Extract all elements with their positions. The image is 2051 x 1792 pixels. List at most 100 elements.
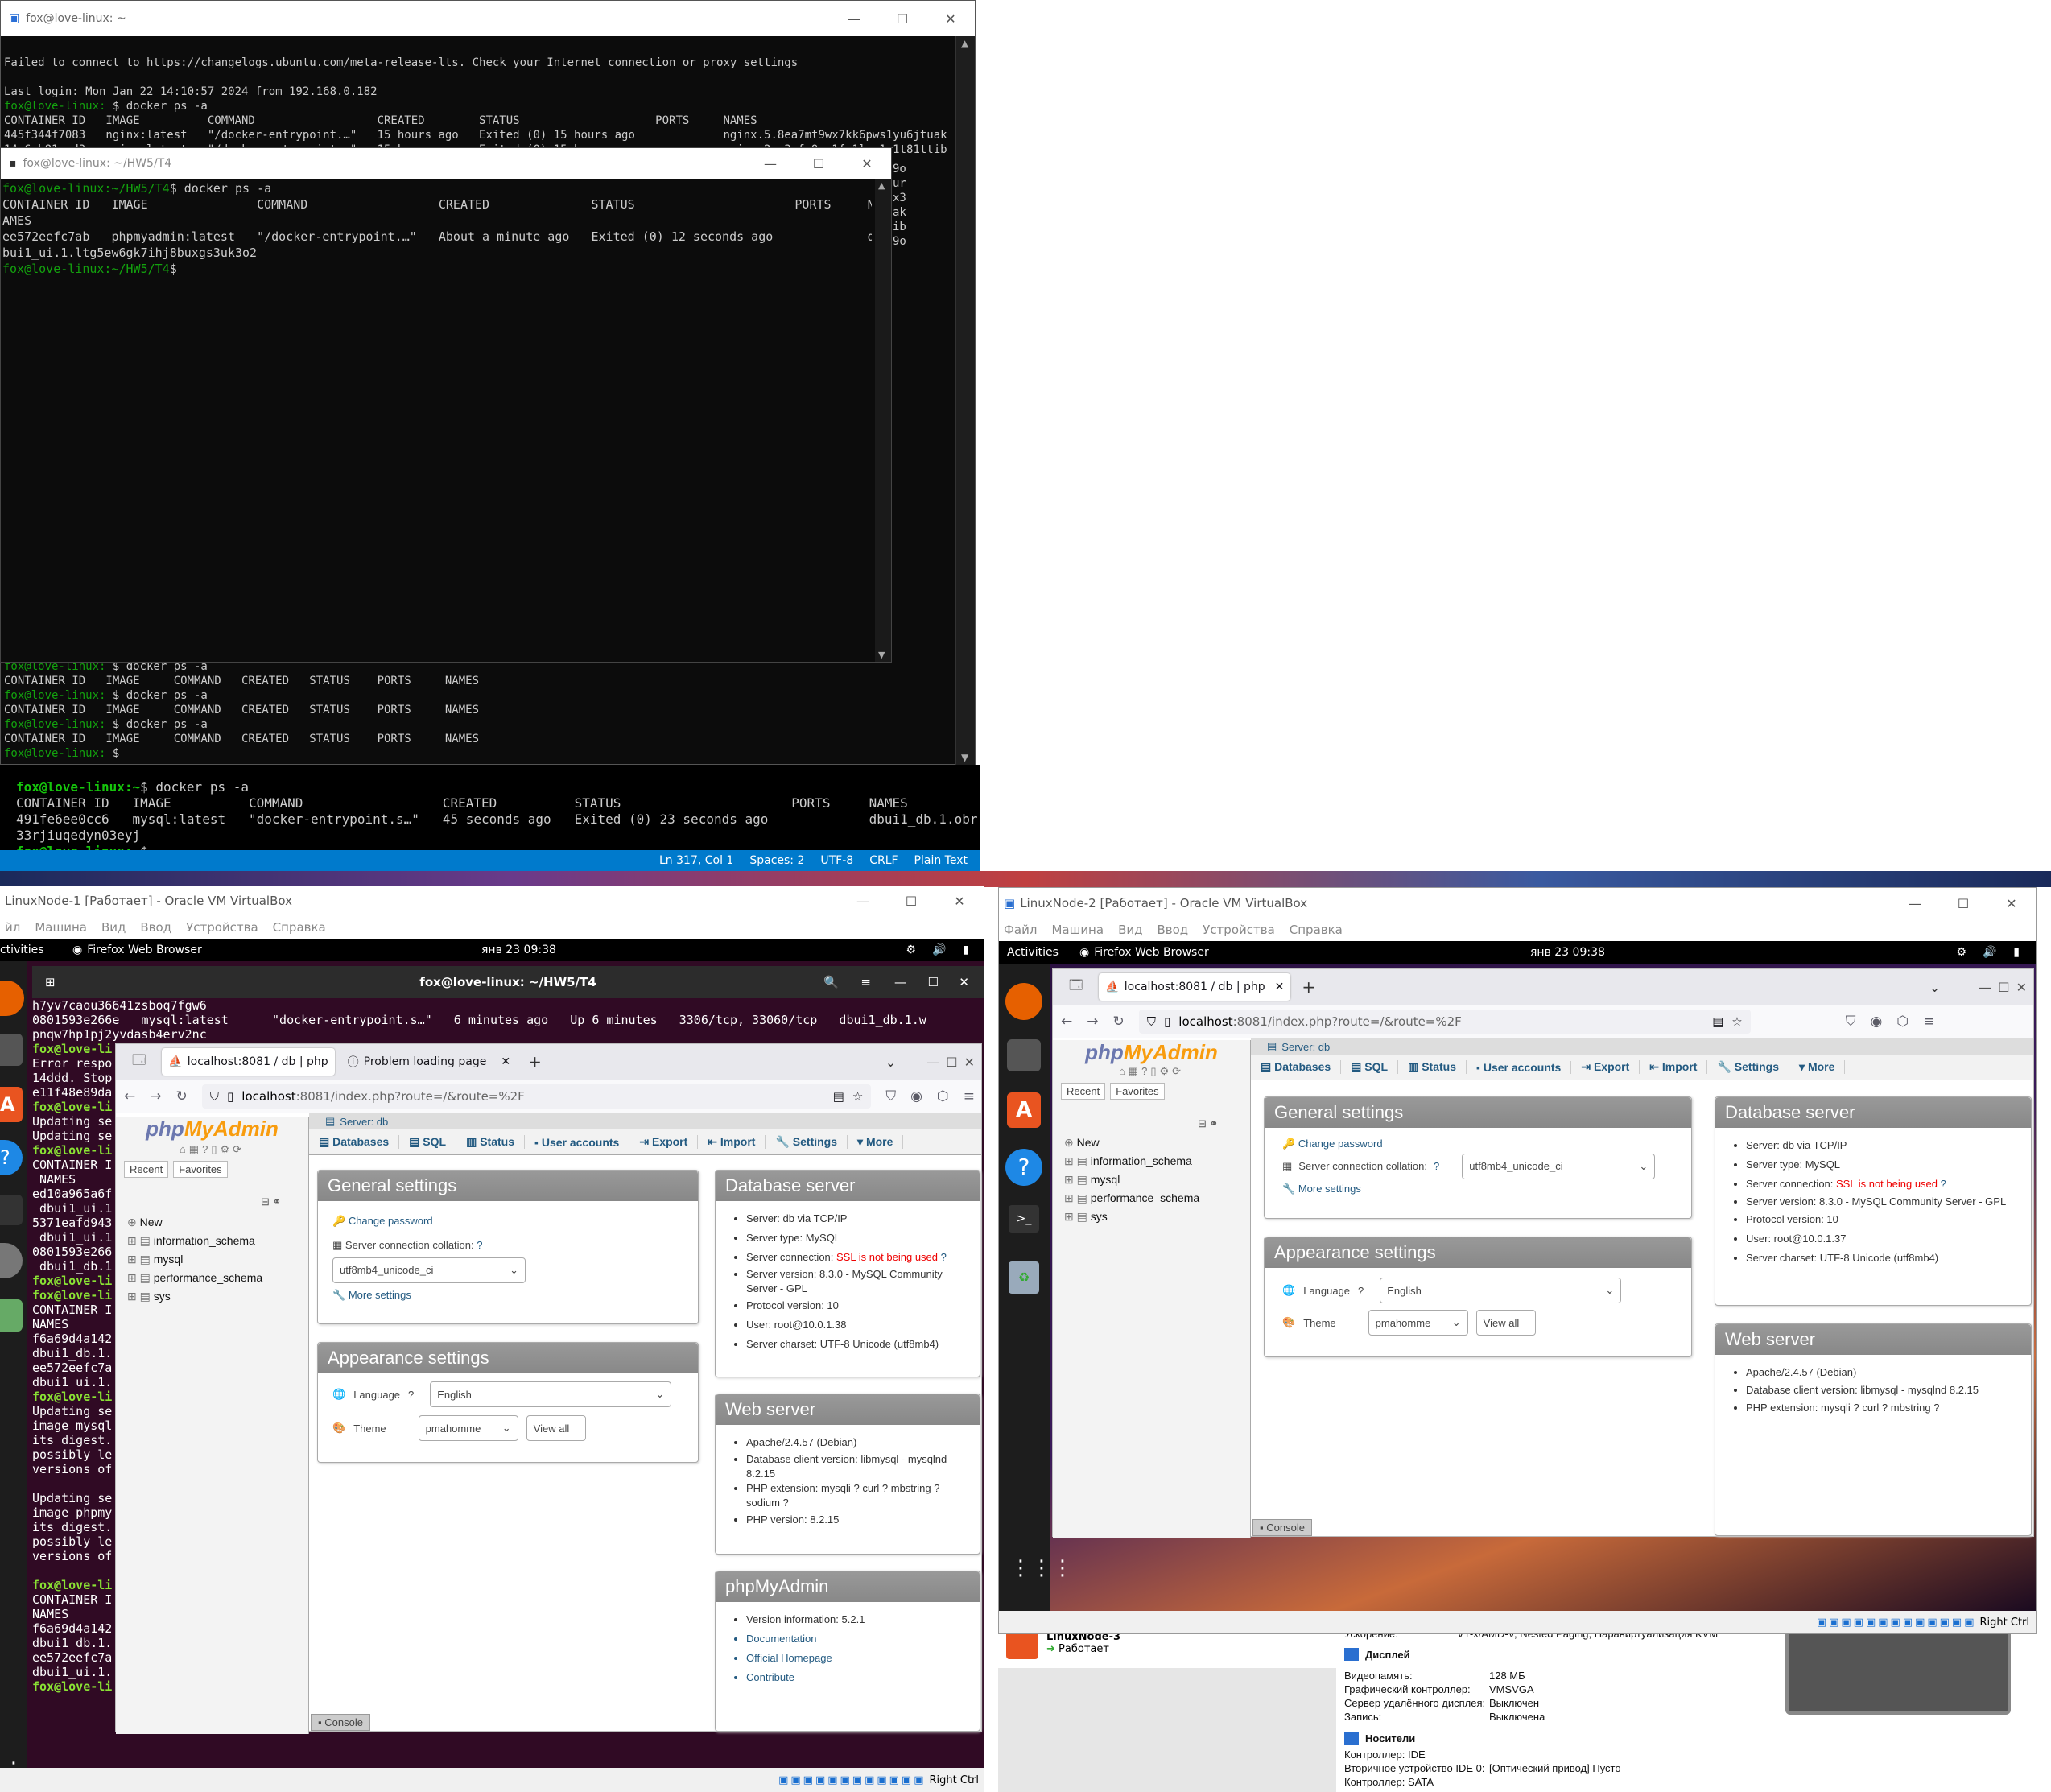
vm1-activities[interactable]: ctivities	[0, 943, 64, 956]
close-icon[interactable]: ✕	[935, 894, 984, 909]
close-icon[interactable]: ✕	[959, 975, 969, 989]
close-icon[interactable]: ✕	[964, 1055, 981, 1070]
contribute-link[interactable]: Contribute	[746, 1668, 972, 1687]
more-settings-link[interactable]: More settings	[1298, 1183, 1361, 1195]
new-tab-icon[interactable]: +	[1297, 977, 1320, 997]
theme-select[interactable]: pmahomme ⌄	[418, 1415, 518, 1441]
pma-tab-user-accounts[interactable]: ▪ User accounts	[525, 1135, 630, 1149]
collation-select[interactable]: utf8mb4_unicode_ci ⌄	[1462, 1154, 1656, 1179]
vm2-title-bar[interactable]: ▣ LinuxNode-2 [Работает] - Oracle VM Vir…	[999, 888, 2036, 919]
maximize-icon[interactable]: ☐	[1998, 980, 2009, 995]
bookmark-star-icon[interactable]: ☆	[852, 1089, 863, 1104]
change-password-link[interactable]: Change password	[1298, 1138, 1383, 1150]
menu-item[interactable]: Вид	[101, 920, 126, 935]
status-item[interactable]: CRLF	[869, 854, 898, 867]
help-icon[interactable]: ?	[941, 1251, 947, 1263]
virtualbox-window-vm1[interactable]: LinuxNode-1 [Работает] - Oracle VM Virtu…	[0, 886, 984, 1792]
terminal-title-bar[interactable]: ▣ fox@love-linux: ~ — ☐ ✕	[1, 1, 975, 36]
search-icon[interactable]: 🔍	[823, 975, 839, 989]
pma-tab-databases[interactable]: ▤ Databases	[1251, 1060, 1342, 1074]
pma-tab-import[interactable]: ⇤ Import	[698, 1135, 766, 1149]
vm1-title-bar[interactable]: LinuxNode-1 [Работает] - Oracle VM Virtu…	[0, 886, 984, 916]
maximize-icon[interactable]: ☐	[887, 894, 935, 909]
recent-button[interactable]: Recent	[124, 1161, 169, 1178]
pma-nav-icons[interactable]: ⌂▦?▯⚙⟳	[116, 1143, 308, 1156]
status-item[interactable]: UTF-8	[820, 854, 853, 867]
status-item[interactable]: Plain Text	[914, 854, 968, 867]
expand-icon[interactable]: ⊞ ▤	[127, 1290, 154, 1303]
new-tab-icon[interactable]: ⊞	[45, 975, 56, 989]
pocket-icon[interactable]: ⛉	[1846, 1014, 1856, 1030]
menu-item[interactable]: Устройства	[1203, 923, 1275, 937]
software-dock-icon[interactable]: A	[1007, 1092, 1041, 1128]
reload-icon[interactable]: ↻	[176, 1088, 188, 1105]
recent-button[interactable]: Recent	[1061, 1083, 1106, 1100]
pma-logo[interactable]: phpMyAdmin	[116, 1117, 308, 1142]
db-tree-item[interactable]: ⊞ ▤ information_schema	[1064, 1152, 1199, 1171]
close-icon[interactable]: ✕	[1987, 896, 2036, 911]
vm1-firefox-window[interactable]: 🗔 ⛵ localhost:8081 / db | php ⓘ Problem …	[115, 1043, 982, 1734]
pma-tab-sql[interactable]: ▤ SQL	[399, 1135, 457, 1149]
console-button[interactable]: ▪ Console	[1252, 1519, 1312, 1536]
close-tab-icon[interactable]: ✕	[1275, 981, 1285, 993]
firefox-dock-icon[interactable]	[0, 981, 24, 1016]
tab-list-icon[interactable]: 🗔	[122, 1051, 155, 1073]
pma-tab-databases[interactable]: ▤ Databases	[309, 1135, 400, 1149]
vm1-url-bar[interactable]: ⛉ ▯ localhost:8081/index.php?route=/&rou…	[201, 1084, 872, 1109]
tab-list-icon[interactable]: 🗔	[1059, 977, 1092, 998]
expand-icon[interactable]: ⊞ ▤	[127, 1234, 154, 1247]
forward-icon[interactable]: →	[150, 1088, 161, 1105]
pma-tab-settings[interactable]: 🔧 Settings	[766, 1135, 848, 1149]
terminal-dock-icon[interactable]	[0, 1195, 23, 1225]
maximize-icon[interactable]: ☐	[946, 1055, 957, 1070]
maximize-icon[interactable]: ☐	[794, 156, 843, 171]
help-icon[interactable]: ?	[1933, 1402, 1939, 1414]
new-db-icon[interactable]: ⊕	[1064, 1136, 1077, 1149]
more-settings-link[interactable]: More settings	[349, 1289, 411, 1301]
help-icon[interactable]: ?	[1941, 1178, 1946, 1190]
expand-icon[interactable]: ⊞ ▤	[1064, 1173, 1091, 1186]
close-icon[interactable]: ✕	[2016, 980, 2033, 995]
pma-tab-import[interactable]: ⇤ Import	[1640, 1060, 1708, 1074]
close-icon[interactable]: ✕	[926, 11, 975, 27]
db-tree-item[interactable]: ⊕ New	[1064, 1133, 1199, 1152]
help-icon[interactable]: ?	[934, 1482, 939, 1494]
db-tree-item[interactable]: ⊞ ▤ performance_schema	[1064, 1189, 1199, 1208]
menu-item[interactable]: Ввод	[1157, 923, 1188, 937]
vm2-firefox-window[interactable]: 🗔 ⛵ localhost:8081 / db | php ✕ + ⌄ — ☐ …	[1052, 968, 2034, 1538]
account-icon[interactable]: ◉	[1871, 1014, 1883, 1030]
hw5-title-bar[interactable]: ▪ fox@love-linux: ~/HW5/T4 — ☐ ✕	[1, 148, 891, 179]
extensions-icon[interactable]: ⬡	[937, 1088, 949, 1105]
db-tree-item[interactable]: ⊞ ▤ information_schema	[127, 1232, 262, 1250]
close-icon[interactable]: ✕	[843, 156, 891, 171]
forward-icon[interactable]: →	[1087, 1014, 1098, 1030]
software-dock-icon[interactable]: A	[0, 1087, 23, 1122]
db-tree-item[interactable]: ⊞ ▤ sys	[127, 1287, 262, 1306]
documentation-link[interactable]: Documentation	[746, 1629, 972, 1649]
terminal-window-hw5[interactable]: ▪ fox@love-linux: ~/HW5/T4 — ☐ ✕ fox@lov…	[0, 147, 892, 663]
help-icon[interactable]: ?	[882, 1482, 888, 1494]
scroll-down-icon[interactable]: ▼	[961, 752, 968, 763]
help-dock-icon[interactable]: ?	[0, 1140, 23, 1175]
close-tab-icon[interactable]: ✕	[501, 1055, 510, 1068]
db-tree-item[interactable]: ⊞ ▤ sys	[1064, 1208, 1199, 1226]
menu-item[interactable]: Вид	[1118, 923, 1142, 937]
menu-item[interactable]: Машина	[1051, 923, 1104, 937]
tray-icons[interactable]: ⚙ 🔊 ▮	[906, 943, 976, 956]
expand-icon[interactable]: ⊞ ▤	[127, 1253, 154, 1266]
help-icon[interactable]: ?	[477, 1239, 482, 1251]
pma-tab-status[interactable]: ▥ Status	[456, 1135, 525, 1149]
vm1-tab-problem[interactable]: ⓘ Problem loading page ✕	[341, 1048, 517, 1076]
new-db-icon[interactable]: ⊕	[127, 1216, 140, 1228]
help-icon[interactable]: ?	[1882, 1402, 1888, 1414]
reader-icon[interactable]: ▤	[1712, 1014, 1723, 1029]
collapse-icons[interactable]: ⊟ ⚭	[261, 1195, 281, 1208]
status-item[interactable]: Spaces: 2	[749, 854, 804, 867]
menu-item[interactable]: Ввод	[140, 920, 171, 935]
hamburger-menu-icon[interactable]: ≡	[1923, 1014, 1941, 1030]
console-button[interactable]: ▪ Console	[311, 1714, 370, 1731]
change-password-link[interactable]: Change password	[349, 1215, 433, 1227]
vm1-tab-pma[interactable]: ⛵ localhost:8081 / db | php	[162, 1048, 335, 1076]
minimize-icon[interactable]: —	[746, 156, 794, 171]
terminal-scrollbar[interactable]: ▲ ▼	[955, 36, 975, 765]
